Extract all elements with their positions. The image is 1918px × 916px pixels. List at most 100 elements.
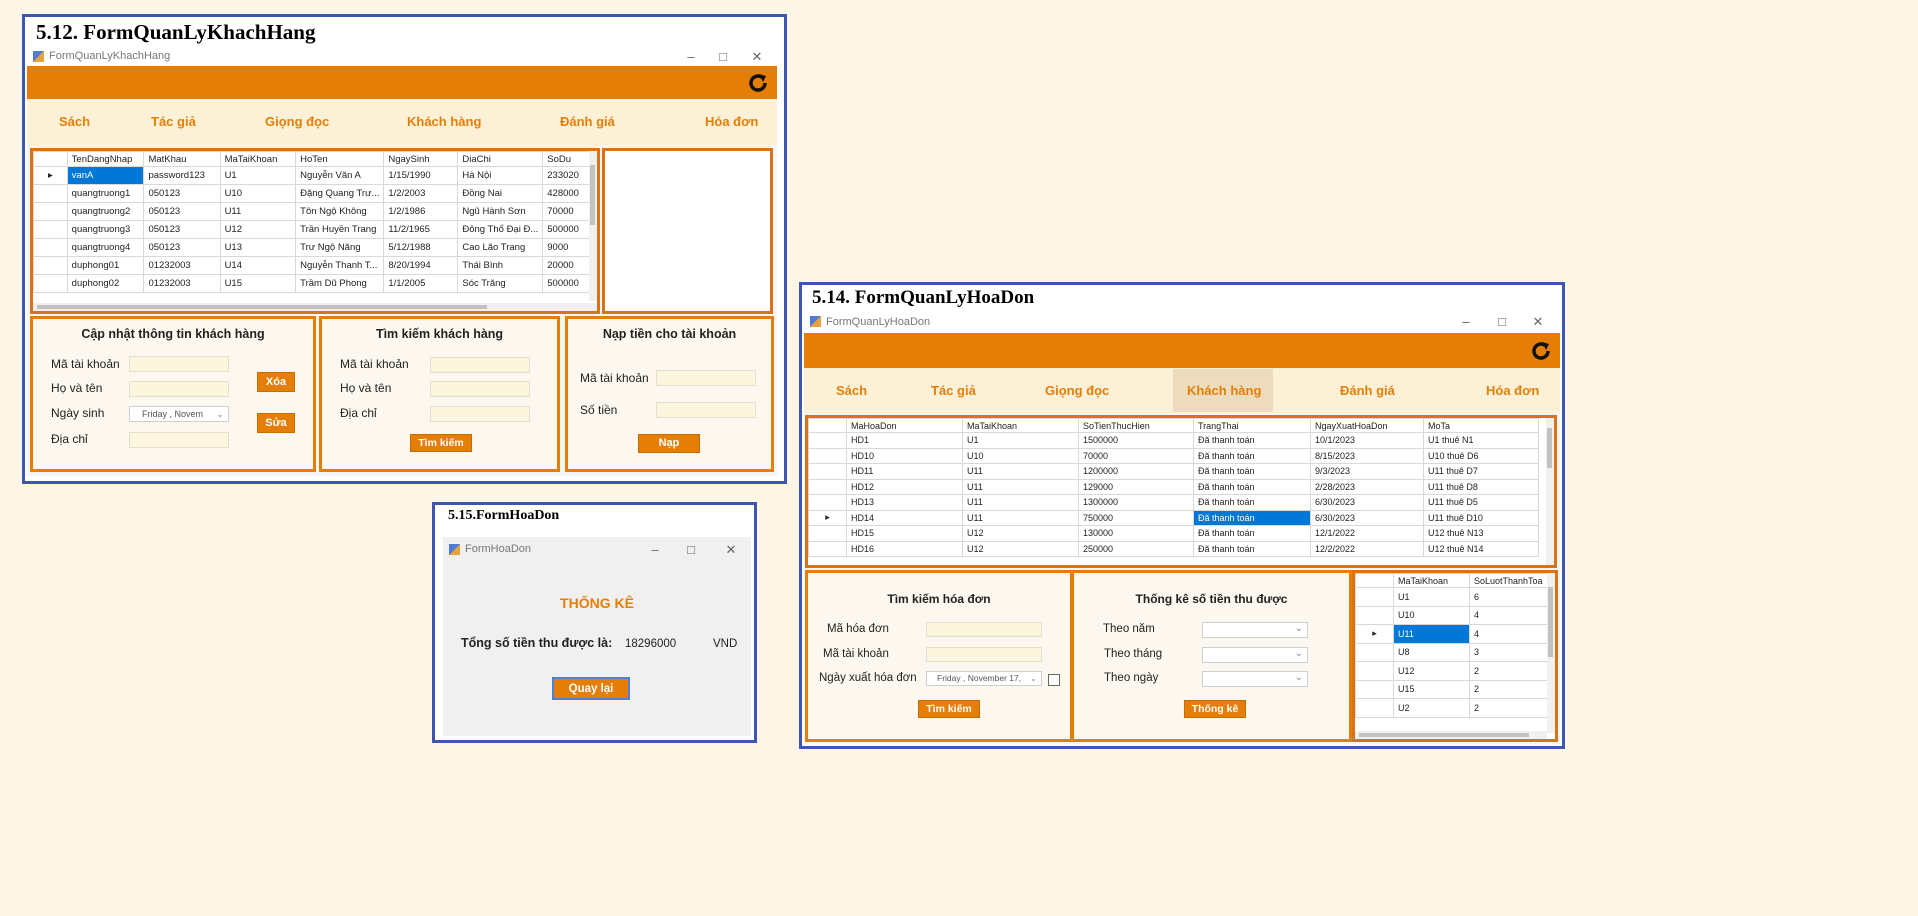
- table-cell[interactable]: HD13: [846, 494, 963, 511]
- row-header[interactable]: [33, 274, 68, 293]
- table-cell[interactable]: 6/30/2023: [1310, 494, 1424, 511]
- table-cell[interactable]: 1/2/2003: [383, 184, 459, 203]
- table-cell[interactable]: Đã thanh toán: [1193, 478, 1311, 495]
- table-cell[interactable]: Sóc Trăng: [457, 274, 544, 293]
- table-cell[interactable]: Cao Lão Trang: [457, 238, 544, 257]
- table-cell[interactable]: 2/28/2023: [1310, 478, 1424, 495]
- table-cell[interactable]: Trần Huyền Trang: [295, 220, 385, 239]
- hd-nav-hoa-don[interactable]: Hóa đơn: [1486, 383, 1539, 398]
- table-row[interactable]: ▸ HD14 U11 750000 Đã thanh toán 6/30/2023 U11 …: [808, 509, 1539, 526]
- kh-account-field[interactable]: [129, 356, 229, 372]
- table-cell[interactable]: HD14: [846, 509, 963, 526]
- table-cell[interactable]: HD10: [846, 447, 963, 464]
- table-cell[interactable]: U10 thuê D6: [1423, 447, 1539, 464]
- table-cell[interactable]: 01232003: [143, 256, 221, 275]
- table-row[interactable]: U8 3: [1355, 642, 1548, 662]
- table-cell[interactable]: 3: [1469, 642, 1548, 662]
- refresh-icon[interactable]: [745, 70, 771, 96]
- row-header[interactable]: [1355, 605, 1394, 625]
- table-cell[interactable]: Đã thanh toán: [1193, 525, 1311, 542]
- table-cell[interactable]: 050123: [143, 220, 221, 239]
- back-button[interactable]: Quay lại: [552, 677, 630, 700]
- table-row[interactable]: HD1 U1 1500000 Đã thanh toán 10/1/2023 U1 thu…: [808, 432, 1539, 449]
- table-cell[interactable]: password123: [143, 166, 221, 185]
- kh-nav-danh-gia[interactable]: Đánh giá: [560, 114, 615, 129]
- row-header[interactable]: [33, 202, 68, 221]
- hd-nav-khach-hang[interactable]: Khách hàng: [1187, 383, 1261, 398]
- kh-col-header[interactable]: HoTen: [295, 151, 385, 167]
- table-cell[interactable]: 1/1/2005: [383, 274, 459, 293]
- minimize-icon[interactable]: –: [681, 47, 701, 67]
- table-cell[interactable]: U1: [962, 432, 1079, 449]
- table-cell[interactable]: U11 thuê D10: [1423, 509, 1539, 526]
- day-select[interactable]: ⌄: [1202, 671, 1308, 687]
- table-cell[interactable]: U11: [1393, 624, 1470, 644]
- row-header[interactable]: [808, 525, 847, 542]
- kh-nav-hoa-don[interactable]: Hóa đơn: [705, 114, 758, 129]
- table-cell[interactable]: U11: [219, 202, 297, 221]
- maximize-icon[interactable]: □: [1492, 312, 1512, 332]
- kh-dob-picker[interactable]: Friday , Novem ⌄: [129, 406, 229, 422]
- scroll-thumb[interactable]: [1548, 587, 1553, 657]
- table-cell[interactable]: Trư Ngộ Năng: [295, 238, 385, 257]
- table-cell[interactable]: 1500000: [1078, 432, 1194, 449]
- table-cell[interactable]: U8: [1393, 642, 1470, 662]
- side-col-header[interactable]: MaTaiKhoan: [1393, 573, 1470, 588]
- stats-button[interactable]: Thống kê: [1184, 700, 1246, 718]
- table-row[interactable]: U15 2: [1355, 679, 1548, 699]
- table-cell[interactable]: 8/15/2023: [1310, 447, 1424, 464]
- table-cell[interactable]: U1: [219, 166, 297, 185]
- table-cell[interactable]: U15: [219, 274, 297, 293]
- hd-nav-giong-doc[interactable]: Giọng đọc: [1045, 383, 1109, 398]
- row-header[interactable]: [808, 478, 847, 495]
- kh-horizontal-scrollbar[interactable]: [33, 303, 597, 311]
- table-cell[interactable]: 050123: [143, 238, 221, 257]
- table-cell[interactable]: Nguyễn Thanh T...: [295, 256, 385, 275]
- table-cell[interactable]: 1/15/1990: [383, 166, 459, 185]
- table-cell[interactable]: Ngũ Hành Sơn: [457, 202, 544, 221]
- row-header[interactable]: [1355, 698, 1394, 718]
- table-cell[interactable]: Tôn Ngộ Không: [295, 202, 385, 221]
- hd-nav-danh-gia[interactable]: Đánh giá: [1340, 383, 1395, 398]
- kh-topup-account-field[interactable]: [656, 370, 756, 386]
- row-header[interactable]: [808, 494, 847, 511]
- table-row[interactable]: ▸ vanA password123 U1 Nguyễn Văn A 1/15/1990 H…: [33, 166, 597, 185]
- edit-button[interactable]: Sửa: [257, 413, 295, 433]
- table-cell[interactable]: Đã thanh toán: [1193, 540, 1311, 557]
- table-cell[interactable]: Đã thanh toán: [1193, 432, 1311, 449]
- table-cell[interactable]: 2: [1469, 698, 1548, 718]
- date-filter-checkbox[interactable]: [1048, 674, 1060, 686]
- scroll-thumb[interactable]: [590, 165, 595, 225]
- row-header[interactable]: [808, 432, 847, 449]
- table-cell[interactable]: vanA: [66, 166, 145, 185]
- table-row[interactable]: HD15 U12 130000 Đã thanh toán 12/1/2022 U12 t…: [808, 525, 1539, 542]
- kh-name-field[interactable]: [129, 381, 229, 397]
- table-cell[interactable]: 050123: [143, 184, 221, 203]
- row-header[interactable]: [808, 463, 847, 480]
- hd-col-header[interactable]: NgayXuatHoaDon: [1310, 418, 1424, 433]
- side-vertical-scrollbar[interactable]: [1547, 573, 1555, 733]
- table-row[interactable]: duphong01 01232003 U14 Nguyễn Thanh T... 8/2…: [33, 256, 597, 275]
- maximize-icon[interactable]: □: [681, 540, 701, 560]
- table-cell[interactable]: Đặng Quang Trư...: [295, 184, 385, 203]
- invoice-search-button[interactable]: Tìm kiếm: [918, 700, 980, 718]
- table-cell[interactable]: 4: [1469, 624, 1548, 644]
- table-cell[interactable]: duphong02: [66, 274, 145, 293]
- table-cell[interactable]: U15: [1393, 679, 1470, 699]
- table-cell[interactable]: 70000: [1078, 447, 1194, 464]
- table-row[interactable]: quangtruong4 050123 U13 Trư Ngộ Năng 5/12/19…: [33, 238, 597, 257]
- table-cell[interactable]: 130000: [1078, 525, 1194, 542]
- table-cell[interactable]: HD15: [846, 525, 963, 542]
- table-cell[interactable]: HD12: [846, 478, 963, 495]
- kh-topup-amount-field[interactable]: [656, 402, 756, 418]
- table-cell[interactable]: 129000: [1078, 478, 1194, 495]
- table-cell[interactable]: Đông Thổ Đại Đ...: [457, 220, 544, 239]
- table-cell[interactable]: 050123: [143, 202, 221, 221]
- table-cell[interactable]: 9/3/2023: [1310, 463, 1424, 480]
- table-cell[interactable]: U12 thuê N13: [1423, 525, 1539, 542]
- table-cell[interactable]: U12: [962, 525, 1079, 542]
- kh-col-header[interactable]: DiaChi: [457, 151, 544, 167]
- table-row[interactable]: U10 4: [1355, 605, 1548, 625]
- table-cell[interactable]: 5/12/1988: [383, 238, 459, 257]
- table-cell[interactable]: duphong01: [66, 256, 145, 275]
